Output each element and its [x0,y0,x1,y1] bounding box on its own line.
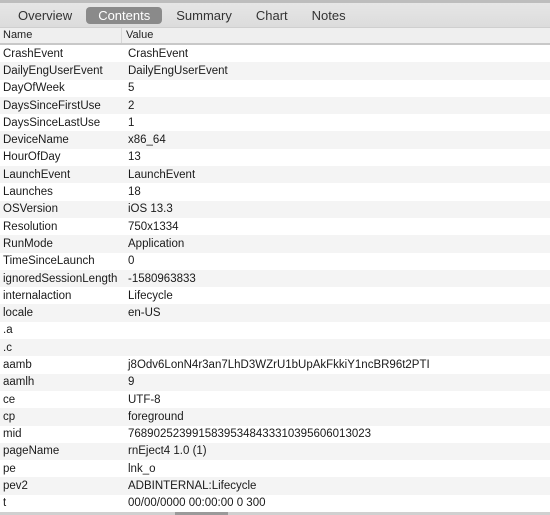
cell-value: DailyEngUserEvent [128,64,228,77]
cell-name: pe [3,462,16,475]
cell-name: Resolution [3,220,58,233]
cell-value: rnEject4 1.0 (1) [128,445,207,458]
table-row[interactable]: aamb j8Odv6LonN4r3an7LhD3WZrU1bUpAkFkkiY1… [0,356,550,374]
cell-value: -1580963833 [128,272,196,285]
cell-name: internalaction [3,289,72,302]
cell-name: TimeSinceLaunch [3,255,95,268]
table-row[interactable]: OSVersion iOS 13.3 [0,200,550,218]
cell-value: j8Odv6LonN4r3an7LhD3WZrU1bUpAkFkkiY1ncBR… [128,358,430,371]
cell-value: 1 [128,116,135,129]
table-row[interactable]: cp foreground [0,408,550,426]
table-body: CrashEvent CrashEvent DailyEngUserEvent Dai… [0,45,550,513]
cell-value: iOS 13.3 [128,203,173,216]
table-row[interactable]: pev2 ADBINTERNAL:Lifecycle [0,477,550,495]
table-row[interactable]: RunMode Application [0,235,550,253]
table-row[interactable]: .c [0,339,550,357]
cell-name: DeviceName [3,134,69,147]
table-header: Name Value [0,28,550,45]
table-row[interactable]: Launches 18 [0,183,550,201]
table-row[interactable]: DaysSinceLastUse 1 [0,114,550,132]
cell-value: 750x1334 [128,220,179,233]
cell-value: foreground [128,410,184,423]
cell-value: 0 [128,255,135,268]
cell-name: ce [3,393,16,406]
tab-bar: Overview Contents Summary Chart Notes [0,3,550,28]
table-row[interactable]: DailyEngUserEvent DailyEngUserEvent [0,62,550,80]
tab-chart[interactable]: Chart [246,6,298,25]
cell-name: mid [3,428,22,441]
cell-name: DayOfWeek [3,82,65,95]
cell-name: cp [3,410,16,423]
cell-name: aamb [3,358,32,371]
table-row[interactable]: LaunchEvent LaunchEvent [0,166,550,184]
cell-value: 76890252399158395348433310395606013023 [128,428,372,441]
table-row[interactable]: DayOfWeek 5 [0,79,550,97]
cell-name: pev2 [3,480,28,493]
table-row[interactable]: ignoredSessionLength -1580963833 [0,269,550,288]
cell-name: DaysSinceFirstUse [3,99,101,112]
tab-contents[interactable]: Contents [86,6,163,24]
table-row[interactable]: DaysSinceFirstUse 2 [0,96,550,115]
cell-value: ADBINTERNAL:Lifecycle [128,480,257,493]
cell-value: 5 [128,82,135,95]
cell-name: OSVersion [3,203,58,216]
table-row[interactable]: Resolution 750x1334 [0,217,550,236]
cell-value: LaunchEvent [128,168,196,181]
cell-name: DaysSinceLastUse [3,116,101,129]
cell-value: 13 [128,151,141,164]
table-row[interactable]: mid 7689025239915839534843331039560601302… [0,425,550,443]
cell-name: LaunchEvent [3,168,71,181]
table-row[interactable]: t 00/00/0000 00:00:00 0 300 [0,494,550,513]
cell-value: Application [128,237,185,250]
cell-name: HourOfDay [3,151,61,164]
table-row[interactable]: ce UTF-8 [0,390,550,409]
cell-name: t [3,497,7,510]
cell-name: CrashEvent [3,47,64,60]
cell-value: en-US [128,307,161,320]
table-row[interactable]: .a [0,321,550,340]
cell-value: 2 [128,99,135,112]
tab-notes[interactable]: Notes [302,6,356,25]
cell-name: .c [3,341,12,354]
cell-name: DailyEngUserEvent [3,64,103,77]
table-row[interactable]: pageName rnEject4 1.0 (1) [0,442,550,461]
table-row[interactable]: DeviceName x86_64 [0,131,550,149]
cell-value: Lifecycle [128,289,173,302]
column-header-value[interactable]: Value [122,28,153,43]
cell-name: Launches [3,186,53,199]
cell-name: locale [3,307,34,320]
table-row[interactable]: CrashEvent CrashEvent [0,45,550,63]
table-row[interactable]: TimeSinceLaunch 0 [0,252,550,270]
cell-value: x86_64 [128,134,166,147]
table-row[interactable]: aamlh 9 [0,373,550,391]
cell-value: CrashEvent [128,47,189,60]
cell-name: pageName [3,445,60,458]
cell-name: ignoredSessionLength [3,272,118,285]
table-row[interactable]: internalaction Lifecycle [0,287,550,305]
tab-overview[interactable]: Overview [8,6,82,25]
cell-name: RunMode [3,237,53,250]
cell-value: UTF-8 [128,393,161,406]
column-header-name[interactable]: Name [0,28,122,43]
cell-name: .a [3,324,13,337]
cell-value: 9 [128,376,135,389]
cell-name: aamlh [3,376,35,389]
table-row[interactable]: HourOfDay 13 [0,148,550,167]
table-row[interactable]: locale en-US [0,304,550,322]
cell-value: 18 [128,186,141,199]
cell-value: lnk_o [128,462,156,475]
table-row[interactable]: pe lnk_o [0,460,550,478]
tab-summary[interactable]: Summary [166,6,242,25]
cell-value: 00/00/0000 00:00:00 0 300 [128,497,266,510]
